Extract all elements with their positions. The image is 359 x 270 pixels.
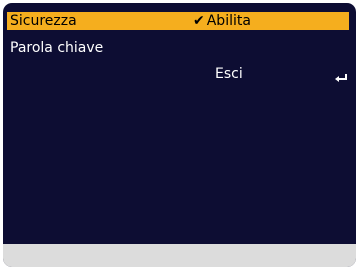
- menu-item-keyword[interactable]: Parola chiave: [7, 39, 349, 57]
- security-value[interactable]: ✔ Abilita: [193, 12, 251, 30]
- security-value-text: Abilita: [206, 13, 251, 29]
- keyword-label: Parola chiave: [10, 40, 104, 56]
- security-label: Sicurezza: [10, 13, 77, 29]
- status-bar: [3, 244, 356, 267]
- enter-return-icon[interactable]: [334, 73, 348, 83]
- security-menu-screen: Sicurezza ✔ Abilita Parola chiave Esci: [3, 3, 356, 267]
- exit-label: Esci: [215, 66, 243, 82]
- check-icon: ✔: [193, 13, 205, 29]
- menu-item-exit[interactable]: Esci: [7, 65, 349, 83]
- menu-item-security[interactable]: Sicurezza ✔ Abilita: [7, 12, 349, 30]
